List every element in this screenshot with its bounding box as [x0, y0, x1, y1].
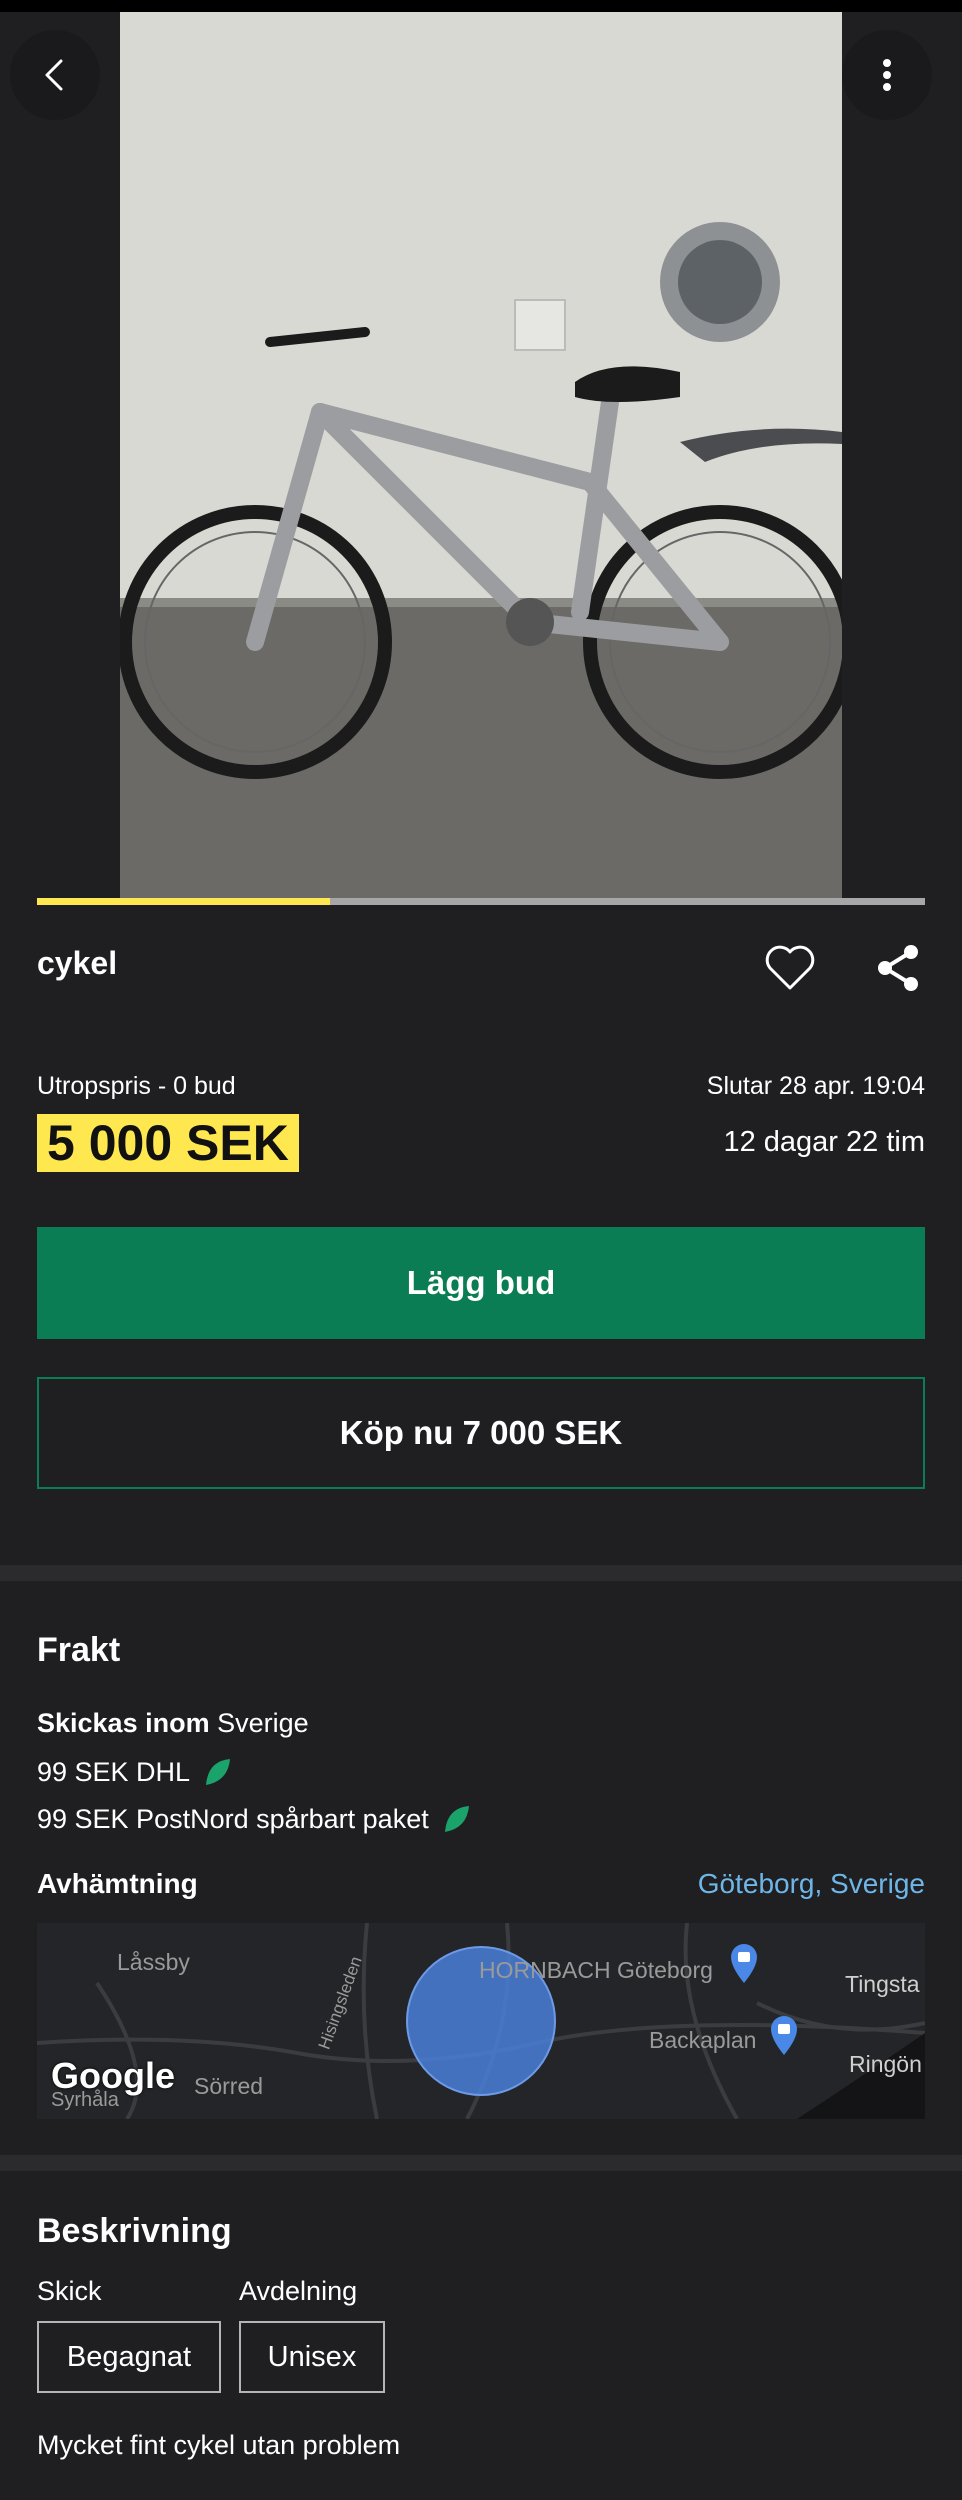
share-button[interactable] — [870, 940, 926, 996]
pickup-label: Avhämtning — [37, 1868, 198, 1899]
shipping-option: 99 SEK PostNord spårbart paket — [37, 1802, 471, 1836]
leaf-icon — [444, 1806, 469, 1832]
image-carousel-progress — [37, 898, 925, 905]
map-label: Tingsta — [845, 1971, 920, 1997]
more-options-button[interactable] — [842, 30, 932, 120]
pickup-map[interactable]: Låssby HORNBACH Göteborg Tingsta Backapl… — [37, 1923, 925, 2119]
condition-label: Skick — [37, 2276, 102, 2306]
buy-now-button[interactable]: Köp nu 7 000 SEK — [37, 1377, 925, 1489]
department-chip: Unisex — [239, 2321, 385, 2393]
ships-within-country: Sverige — [217, 1708, 309, 1738]
product-image[interactable] — [120, 12, 842, 900]
map-label: HORNBACH Göteborg — [479, 1957, 713, 1983]
share-icon — [878, 945, 918, 991]
shipping-option-text: 99 SEK PostNord spårbart paket — [37, 1803, 429, 1834]
place-bid-button[interactable]: Lägg bud — [37, 1227, 925, 1339]
shipping-option: 99 SEK DHL — [37, 1755, 232, 1789]
bicycle-illustration — [120, 222, 842, 779]
leaf-icon — [206, 1759, 231, 1785]
current-price: 5 000 SEK — [37, 1114, 299, 1172]
map-label: Backaplan — [649, 2027, 757, 2053]
heart-icon — [765, 945, 815, 990]
more-vertical-icon — [883, 59, 891, 91]
status-bar — [0, 0, 962, 12]
description-heading: Beskrivning — [37, 2212, 232, 2250]
time-remaining: 12 dagar 22 tim — [723, 1126, 925, 1158]
listing-title: cykel — [37, 945, 118, 981]
pickup-location-link[interactable]: Göteborg, Sverige — [698, 1868, 925, 1900]
chevron-left-icon — [45, 59, 63, 91]
price-label: Utropspris - 0 bud — [37, 1072, 236, 1100]
auction-end-time: Slutar 28 apr. 19:04 — [706, 1072, 925, 1100]
department-label: Avdelning — [239, 2276, 358, 2306]
shopping-pin-icon — [731, 1944, 757, 1983]
description-text: Mycket fint cykel utan problem — [37, 2430, 401, 2460]
section-divider — [0, 2155, 962, 2171]
condition-chip: Begagnat — [37, 2321, 221, 2393]
shipping-option-text: 99 SEK DHL — [37, 1756, 191, 1787]
ships-within: Skickas inom Sverige — [37, 1708, 309, 1739]
favorite-button[interactable] — [760, 940, 820, 996]
progress-fill — [37, 898, 331, 905]
back-button[interactable] — [10, 30, 100, 120]
map-label: Sörred — [194, 2073, 264, 2099]
ships-within-label: Skickas inom — [37, 1708, 210, 1738]
section-divider — [0, 1565, 962, 1581]
shopping-pin-icon — [771, 2016, 797, 2055]
google-logo: Google — [51, 2055, 175, 2096]
map-label: Ringön — [849, 2051, 922, 2077]
map-label: Låssby — [117, 1949, 190, 1975]
shipping-heading: Frakt — [37, 1631, 121, 1669]
